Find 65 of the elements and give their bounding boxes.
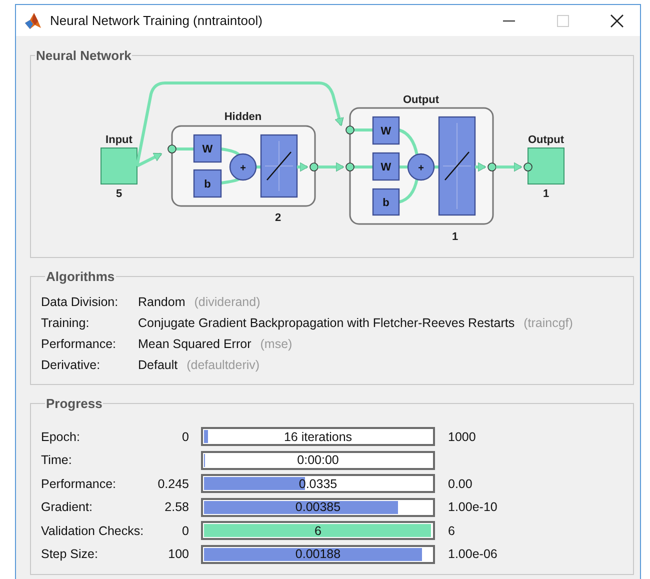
initial-value: 0.245 — [156, 476, 190, 490]
output-node — [528, 148, 564, 184]
connection-line — [475, 162, 486, 172]
initial-value: 100 — [167, 547, 190, 561]
panel-title: Algorithms — [45, 269, 116, 284]
target-value: 0.00 — [447, 476, 474, 490]
algorithm-value: Mean Squared Error (mse) — [138, 337, 294, 351]
target-value: 1.00e-10 — [447, 500, 498, 514]
algorithm-value: Random (dividerand) — [138, 295, 262, 309]
connector-dot — [310, 162, 318, 172]
connector-dot — [168, 144, 176, 154]
close-icon — [610, 14, 624, 28]
sum-node: + — [407, 153, 435, 181]
output-label: Output — [528, 134, 564, 146]
weight-block: W — [372, 116, 400, 145]
weight-block: W — [372, 152, 400, 181]
progress-label: Epoch: — [41, 430, 81, 444]
algorithm-label: Derivative: — [41, 358, 102, 372]
bias-block: b — [193, 169, 222, 198]
current-value: 16 iterations — [284, 430, 352, 444]
connector-dot — [524, 162, 532, 172]
sum-node: + — [229, 153, 257, 181]
initial-value: 0 — [181, 430, 190, 444]
window-title: Neural Network Training (nntraintool) — [50, 13, 264, 28]
app-logo-icon — [24, 12, 42, 30]
panel-title: Progress — [45, 396, 104, 411]
algorithm-value: Conjugate Gradient Backpropagation with Fletcher-Reeves Restarts (traincgf) — [138, 316, 574, 330]
connection-line — [398, 178, 418, 204]
current-value: 0:00:00 — [297, 453, 339, 467]
current-value: 0.00188 — [295, 547, 341, 561]
layer-size: 1 — [452, 231, 458, 243]
input-label: Input — [106, 134, 132, 146]
target-value: 6 — [447, 524, 456, 538]
progress-label: Validation Checks: — [41, 524, 145, 538]
progress-label: Step Size: — [41, 547, 99, 561]
algorithm-value: Default (defaultderiv) — [138, 358, 261, 372]
algorithm-label: Data Division: — [41, 295, 120, 309]
progress-label: Performance: — [41, 476, 118, 490]
initial-value: 2.58 — [164, 500, 190, 514]
target-value: 1000 — [447, 430, 477, 444]
current-value: 6 — [314, 524, 322, 538]
progress-label: Gradient: — [41, 500, 94, 514]
algorithm-label: Performance: — [41, 337, 118, 351]
layer-title: Output — [402, 94, 440, 106]
input-node — [100, 148, 138, 184]
output-size: 1 — [542, 188, 550, 200]
algorithm-label: Training: — [41, 316, 90, 330]
maximize-icon — [557, 14, 569, 26]
weight-block: W — [193, 134, 222, 163]
bias-block: b — [372, 188, 400, 216]
progress-label: Time: — [41, 453, 73, 467]
layer-size: 2 — [274, 212, 282, 224]
connector-dot — [488, 162, 496, 172]
input-size: 5 — [116, 188, 122, 200]
layer-title: Hidden — [224, 111, 262, 123]
connection-line — [496, 162, 522, 172]
transfer-function-block — [260, 134, 298, 198]
connection-line — [220, 178, 240, 184]
target-value: 1.00e-06 — [447, 547, 498, 561]
panel-title: Neural Network — [35, 48, 132, 63]
connector-dot — [346, 162, 354, 172]
connection-line — [398, 128, 418, 156]
current-value: 0.00385 — [295, 500, 341, 514]
initial-value: 0 — [181, 524, 190, 538]
connector-dot — [346, 126, 354, 134]
